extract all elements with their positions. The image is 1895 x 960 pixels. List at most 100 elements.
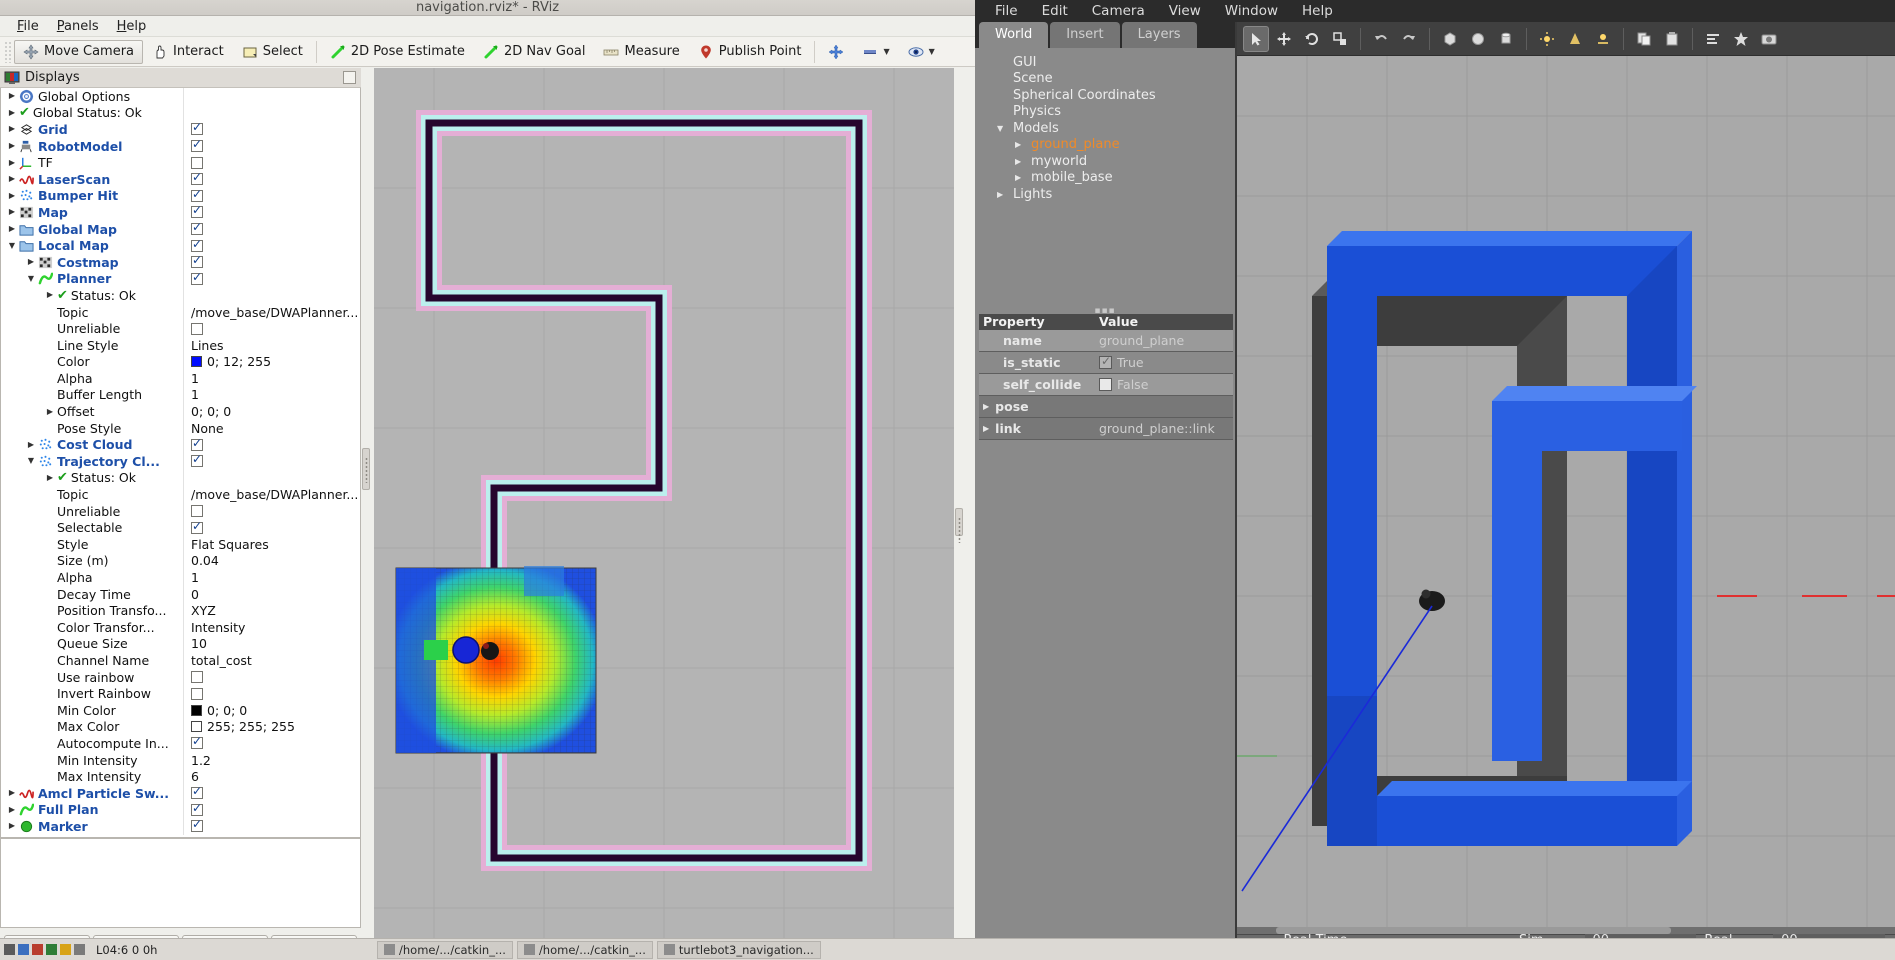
expand-arrow-icon[interactable]: ▶ — [5, 225, 19, 233]
display-row-value[interactable] — [183, 154, 360, 171]
menu-panels[interactable]: Panels — [48, 18, 108, 35]
display-row[interactable]: ▶ Global Map — [1, 220, 360, 238]
display-enable-checkbox[interactable] — [191, 818, 203, 833]
gazebo-tool-scale[interactable] — [1327, 26, 1353, 52]
display-row[interactable]: Autocompute In... — [1, 735, 360, 752]
toolbar-grip[interactable] — [4, 40, 11, 63]
expand-arrow-icon[interactable]: ▶ — [5, 805, 19, 814]
display-row-value[interactable] — [183, 137, 360, 155]
expand-arrow-icon[interactable]: ▶ — [43, 291, 57, 299]
display-row-value[interactable] — [183, 320, 360, 337]
gazebo-tool-align[interactable] — [1700, 26, 1726, 52]
display-row-value[interactable] — [183, 270, 360, 288]
display-row-value[interactable]: 0.04 — [183, 552, 360, 570]
gazebo-tree-item[interactable]: GUI — [997, 54, 1235, 71]
display-row[interactable]: Unreliable — [1, 320, 360, 337]
focus-camera-button[interactable] — [819, 40, 853, 64]
gazebo-tree-item[interactable]: Scene — [997, 71, 1235, 88]
collapse-arrow-icon[interactable]: ▼ — [24, 274, 38, 283]
display-row[interactable]: Min Intensity 1.2 — [1, 751, 360, 769]
display-row-value[interactable]: 0; 0; 0 — [183, 403, 360, 420]
display-row[interactable]: Buffer Length 1 — [1, 386, 360, 404]
display-row-value[interactable] — [183, 170, 360, 188]
gazebo-tool-redo[interactable] — [1396, 26, 1422, 52]
display-row-value[interactable]: 1.2 — [183, 751, 360, 769]
launcher-icon-3[interactable] — [32, 944, 43, 955]
display-row[interactable]: Max Intensity 6 — [1, 768, 360, 785]
gazebo-tool-copy[interactable] — [1631, 26, 1657, 52]
toolbar-2d-nav-goal-button[interactable]: 2D Nav Goal — [474, 40, 595, 64]
gazebo-tab-insert[interactable]: Insert — [1050, 22, 1120, 48]
display-row[interactable]: ▶ RobotModel — [1, 137, 360, 155]
taskbar-window-button[interactable]: /home/.../catkin_... — [377, 940, 513, 959]
expand-arrow-icon[interactable]: ▶ — [983, 424, 989, 433]
launcher-icon-2[interactable] — [18, 944, 29, 955]
displays-float-button[interactable] — [343, 71, 356, 84]
gazebo-menu-help[interactable]: Help — [1290, 3, 1345, 19]
display-row[interactable]: ▶ Global Options — [1, 88, 360, 105]
collapse-arrow-icon[interactable]: ▼ — [5, 241, 19, 250]
color-swatch[interactable] — [191, 721, 202, 733]
display-enable-checkbox[interactable] — [191, 221, 203, 236]
expand-arrow-icon[interactable]: ▶ — [997, 190, 1013, 199]
display-enable-checkbox[interactable] — [191, 735, 203, 750]
gazebo-tool-screenshot[interactable] — [1756, 26, 1782, 52]
display-row[interactable]: Unreliable — [1, 502, 360, 520]
gazebo-horizontal-scrollbar[interactable] — [1237, 927, 1895, 934]
display-enable-checkbox[interactable] — [191, 254, 203, 269]
collapse-arrow-icon[interactable]: ▼ — [997, 124, 1013, 133]
display-row-value[interactable]: 0 — [183, 585, 360, 603]
expand-arrow-icon[interactable]: ▶ — [5, 92, 19, 100]
launcher-icon-6[interactable] — [74, 944, 85, 955]
display-row-value[interactable] — [183, 519, 360, 537]
gazebo-tool-rotate[interactable] — [1299, 26, 1325, 52]
display-row[interactable]: Pose Style None — [1, 419, 360, 437]
view-dropdown-arrow-icon[interactable]: ▼ — [929, 47, 935, 56]
display-enable-checkbox[interactable] — [191, 322, 203, 335]
taskbar-window-button[interactable]: /home/.../catkin_... — [516, 940, 653, 959]
display-row-value[interactable] — [183, 818, 360, 835]
display-enable-checkbox[interactable] — [191, 687, 203, 700]
display-row-value[interactable]: 0; 12; 255 — [183, 353, 360, 371]
display-row-value[interactable] — [183, 784, 360, 802]
zoom-dropdown-arrow-icon[interactable]: ▼ — [883, 47, 889, 56]
display-row-value[interactable] — [183, 801, 360, 819]
view-eye-button[interactable]: ▼ — [899, 40, 944, 64]
display-row[interactable]: Style Flat Squares — [1, 536, 360, 553]
gazebo-tool-sphere[interactable] — [1465, 26, 1491, 52]
splitter-handle-right[interactable] — [955, 508, 963, 543]
gazebo-tree-item[interactable]: ▶ mobile_base — [997, 170, 1235, 187]
gazebo-tree-item[interactable]: ▶ ground_plane — [997, 137, 1235, 154]
rviz-3d-view[interactable] — [374, 68, 954, 953]
display-row[interactable]: Channel Name total_cost — [1, 652, 360, 669]
taskbar-window-button[interactable]: turtlebot3_navigation... — [656, 940, 821, 959]
expand-arrow-icon[interactable]: ▶ — [5, 789, 19, 797]
gazebo-tool-select-arrow[interactable] — [1243, 25, 1269, 52]
gazebo-property-row[interactable]: self_collide False — [979, 374, 1233, 396]
gazebo-tool-paste[interactable] — [1659, 26, 1685, 52]
expand-arrow-icon[interactable]: ▶ — [5, 142, 19, 150]
gazebo-tree-item[interactable]: ▶ Lights — [997, 186, 1235, 203]
expand-arrow-icon[interactable]: ▶ — [5, 191, 19, 200]
display-row[interactable]: Alpha 1 — [1, 370, 360, 387]
display-enable-checkbox[interactable] — [191, 436, 203, 451]
display-enable-checkbox[interactable] — [191, 121, 203, 136]
gazebo-menu-view[interactable]: View — [1157, 3, 1213, 19]
toolbar-publish-point-button[interactable]: Publish Point — [689, 40, 811, 64]
display-row-value[interactable]: 1 — [183, 370, 360, 387]
gazebo-tool-spot-light[interactable] — [1562, 26, 1588, 52]
gazebo-property-row[interactable]: name ground_plane — [979, 330, 1233, 352]
display-row[interactable]: Selectable — [1, 519, 360, 537]
display-row-value[interactable] — [183, 187, 360, 205]
toolbar-2d-pose-estimate-button[interactable]: 2D Pose Estimate — [321, 40, 474, 64]
expand-arrow-icon[interactable]: ▶ — [1015, 157, 1031, 166]
display-row-value[interactable] — [183, 668, 360, 686]
display-row[interactable]: ▶ Offset 0; 0; 0 — [1, 403, 360, 420]
display-row[interactable]: Min Color 0; 0; 0 — [1, 701, 360, 719]
gazebo-tab-world[interactable]: World — [979, 22, 1049, 48]
display-row-value[interactable] — [183, 453, 360, 470]
display-row[interactable]: Color Transfor... Intensity — [1, 619, 360, 636]
display-row-value[interactable]: Flat Squares — [183, 536, 360, 553]
gazebo-property-row[interactable]: is_static True — [979, 352, 1233, 374]
display-enable-checkbox[interactable] — [191, 204, 203, 219]
